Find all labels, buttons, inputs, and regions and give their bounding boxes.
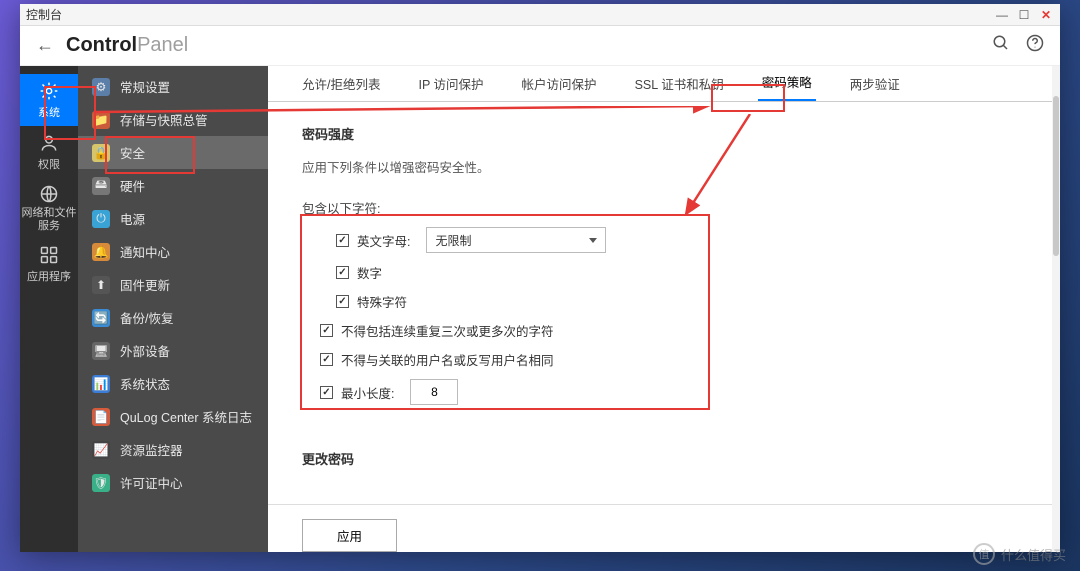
scrollbar[interactable] — [1052, 66, 1060, 552]
include-chars-label: 包含以下字符: — [302, 198, 1026, 217]
tab-twostep[interactable]: 两步验证 — [846, 66, 904, 101]
rail-label: 应用程序 — [27, 268, 71, 284]
search-icon[interactable] — [992, 34, 1010, 57]
option-letters: 英文字母: 无限制 — [336, 227, 1026, 253]
option-digits: 数字 — [336, 263, 1026, 282]
back-arrow-icon[interactable]: ← — [36, 35, 54, 56]
min-length-input[interactable] — [410, 379, 458, 405]
window-title: 控制台 — [26, 6, 62, 23]
change-password-title: 更改密码 — [302, 449, 1026, 468]
sidebar-item-power[interactable]: ⏻电源 — [78, 202, 268, 235]
checkbox-special[interactable] — [336, 295, 349, 308]
sidebar-item-firmware[interactable]: ⬆固件更新 — [78, 268, 268, 301]
sidebar-item-external[interactable]: 🖥外部设备 — [78, 334, 268, 367]
watermark-icon: 值 — [973, 543, 995, 565]
option-no-username: 不得与关联的用户名或反写用户名相同 — [320, 350, 1026, 369]
rail-label: 系统 — [38, 104, 60, 120]
sidebar-item-hardware[interactable]: 🖴硬件 — [78, 169, 268, 202]
sidebar-item-notification[interactable]: 🔔通知中心 — [78, 235, 268, 268]
checkbox-no-username[interactable] — [320, 353, 333, 366]
settings-pane: 密码强度 应用下列条件以增强密码安全性。 包含以下字符: 英文字母: 无限制 数 — [268, 102, 1060, 504]
tab-bar: 允许/拒绝列表 IP 访问保护 帐户访问保护 SSL 证书和私钥 密码策略 两步… — [268, 66, 1060, 102]
option-min-length: 最小长度: — [320, 379, 1026, 405]
panel-title: ControlPanel — [66, 34, 188, 57]
checkbox-letters[interactable] — [336, 234, 349, 247]
rail-item-privilege[interactable]: 权限 — [20, 126, 78, 178]
option-special: 特殊字符 — [336, 292, 1026, 311]
checkbox-no-repeat[interactable] — [320, 324, 333, 337]
chevron-down-icon — [589, 238, 597, 243]
footer-bar: 应用 — [268, 504, 1060, 552]
section-title: 密码强度 — [302, 124, 1026, 143]
sidebar-item-security[interactable]: 🔒安全 — [78, 136, 268, 169]
tab-account-protect[interactable]: 帐户访问保护 — [518, 66, 601, 101]
sidebar-item-status[interactable]: 📊系统状态 — [78, 367, 268, 400]
rail-item-network[interactable]: 网络和文件 服务 — [20, 178, 78, 238]
help-icon[interactable] — [1026, 34, 1044, 57]
rail-label: 权限 — [38, 156, 60, 172]
letters-select[interactable]: 无限制 — [426, 227, 606, 253]
close-button[interactable]: ✕ — [1038, 8, 1054, 22]
tab-ssl[interactable]: SSL 证书和私钥 — [631, 66, 728, 101]
checkbox-digits[interactable] — [336, 266, 349, 279]
rail-item-apps[interactable]: 应用程序 — [20, 238, 78, 290]
section-description: 应用下列条件以增强密码安全性。 — [302, 157, 1026, 176]
sidebar-item-general[interactable]: ⚙常规设置 — [78, 70, 268, 103]
minimize-button[interactable]: — — [994, 8, 1010, 22]
rail-item-system[interactable]: 系统 — [20, 74, 78, 126]
sidebar-item-qulog[interactable]: 📄QuLog Center 系统日志 — [78, 400, 268, 433]
maximize-button[interactable]: ☐ — [1016, 8, 1032, 22]
apply-button[interactable]: 应用 — [302, 519, 397, 552]
app-window: 控制台 — ☐ ✕ ← ControlPanel 系统 — [20, 4, 1060, 552]
rail-label: 网络和文件 服务 — [22, 207, 77, 231]
tab-allow-deny[interactable]: 允许/拒绝列表 — [298, 66, 384, 101]
sidebar-item-backup[interactable]: 🔄备份/恢复 — [78, 301, 268, 334]
sidebar-nav: ⚙常规设置 📁存储与快照总管 🔒安全 🖴硬件 ⏻电源 🔔通知中心 ⬆固件更新 🔄… — [78, 66, 268, 552]
category-rail: 系统 权限 网络和文件 服务 应用程序 — [20, 66, 78, 552]
tab-password-policy[interactable]: 密码策略 — [758, 66, 816, 101]
option-no-repeat: 不得包括连续重复三次或更多次的字符 — [320, 321, 1026, 340]
content-area: 允许/拒绝列表 IP 访问保护 帐户访问保护 SSL 证书和私钥 密码策略 两步… — [268, 66, 1060, 552]
panel-header: ← ControlPanel — [20, 26, 1060, 66]
sidebar-item-license[interactable]: 🛡许可证中心 — [78, 466, 268, 499]
tab-ip-protect[interactable]: IP 访问保护 — [414, 66, 487, 101]
sidebar-item-storage[interactable]: 📁存储与快照总管 — [78, 103, 268, 136]
titlebar: 控制台 — ☐ ✕ — [20, 4, 1060, 26]
sidebar-item-monitor[interactable]: 📈资源监控器 — [78, 433, 268, 466]
watermark: 值 什么值得买 — [973, 543, 1066, 565]
checkbox-min-length[interactable] — [320, 386, 333, 399]
